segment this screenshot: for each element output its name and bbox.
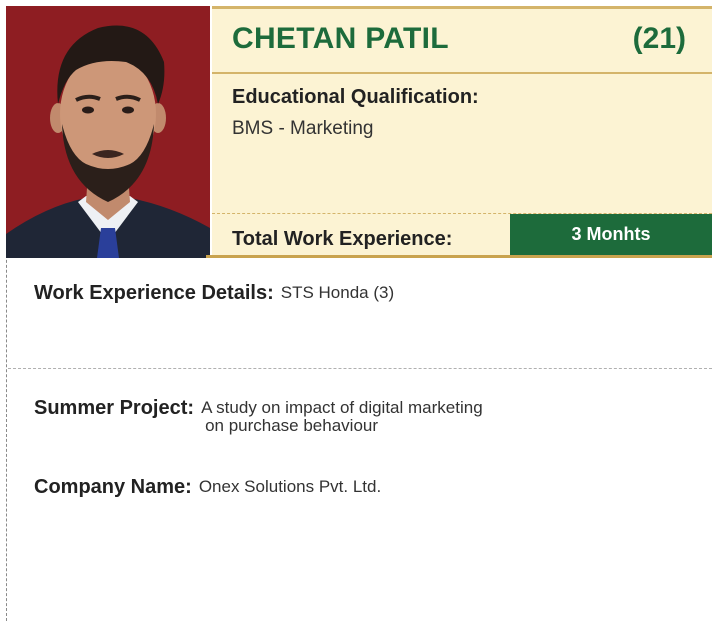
profile-card: CHETAN PATIL (21) Educational Qualificat… [206, 6, 712, 258]
work-experience-value: STS Honda (3) [280, 283, 395, 302]
company-name-value: Onex Solutions Pvt. Ltd. [198, 477, 382, 496]
name-divider [212, 72, 712, 74]
company-name-label: Company Name: [34, 476, 192, 498]
company-name-row: Company Name: Onex Solutions Pvt. Ltd. [34, 476, 381, 499]
experience-badge: 3 Monhts [510, 214, 712, 255]
roll-number: (21) [632, 22, 686, 55]
summer-project-line-2: on purchase behaviour [205, 415, 379, 435]
experience-label: Total Work Experience: [232, 228, 453, 250]
summer-project-label: Summer Project: [34, 397, 195, 419]
work-experience-row: Work Experience Details: STS Honda (3) [34, 282, 394, 305]
education-value: BMS - Marketing [232, 118, 374, 139]
summer-project-line-1: A study on impact of digital marketing [201, 398, 483, 417]
profile-photo [6, 6, 210, 258]
left-dashed-guide [6, 230, 7, 621]
card-top-border [212, 6, 712, 9]
summer-project-value: A study on impact of digital marketing o… [201, 399, 483, 435]
card-bottom-border [206, 255, 712, 258]
summer-project-row: Summer Project: A study on impact of dig… [34, 397, 483, 435]
education-label: Educational Qualification: [232, 86, 479, 108]
work-experience-label: Work Experience Details: [34, 282, 274, 304]
section-divider [8, 368, 712, 369]
student-name: CHETAN PATIL [232, 22, 449, 55]
